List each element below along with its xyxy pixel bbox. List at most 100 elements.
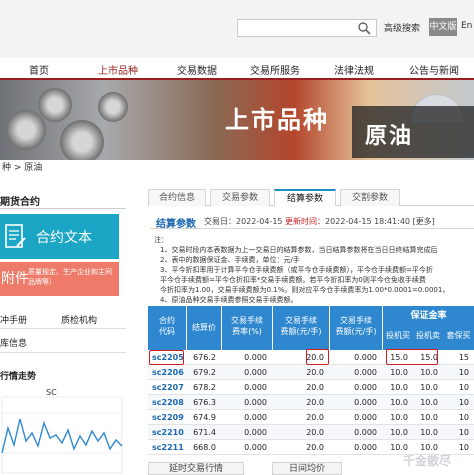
more-link[interactable]: [更多] [413,217,435,226]
sidebar-divider [0,352,126,353]
market-trend-title: 行情走势 [0,372,37,382]
table-cell-fee-rate: 0.000 [244,368,267,377]
table-cell-spec-sell: 10.0 [420,398,438,407]
table-cell-code[interactable]: sc2211 [148,440,186,455]
table-cell-spec-buy: 10.0 [390,398,408,407]
table-cell-fee-amount: 20.0 [306,398,324,407]
tab-contract-info[interactable]: 合约信息 [148,189,206,206]
tab-daily-average[interactable]: 日间均价 [272,462,342,475]
table-cell-code[interactable]: sc2209 [148,410,186,425]
tab-trading-params[interactable]: 交易参数 [210,189,270,206]
banner-subtitle: 原油 [365,124,414,149]
settlement-meta: 交易日：2022-04-15 更新时间：2022-04-15 18:41:40 … [204,216,435,227]
sidebar-section-title: 期货合约 [0,197,40,208]
nav-listed-products[interactable]: 上市品种 [98,62,138,77]
table-cell-fee-amount: 20.0 [306,383,324,392]
col-header-code: 合约 代码 [148,306,186,350]
table-cell-fee-rate: 0.000 [244,413,267,422]
table-cell-close-today: 0.000 [354,398,377,407]
contract-text-button[interactable]: 合约文本 [0,214,119,259]
breadcrumb[interactable]: 种 > 原油 [0,161,474,175]
table-cell-close-today: 0.000 [354,443,377,452]
table-cell-fee-rate: 0.000 [244,398,267,407]
table-cell-hedge: 10 [458,413,469,422]
table-cell-hedge: 15 [458,353,469,362]
lang-english-link[interactable]: En [461,21,472,31]
market-trend-chart[interactable]: SC [0,383,126,475]
col-header-fee-rate: 交易手续 费率(%) [222,306,272,350]
table-cell-spec-sell: 10.0 [420,413,438,422]
advanced-search-link[interactable]: 高级搜索 [384,21,420,34]
sidebar-link-inspection[interactable]: 质检机构 [61,313,97,326]
table-cell-code[interactable]: sc2208 [148,395,186,410]
update-time-label: 更新时间： [285,217,326,226]
sidebar-link-warehouse[interactable]: 库信息 [0,336,27,349]
search-input[interactable] [237,19,377,37]
col-header-fee-amount: 交易手续 费额(元/手) [273,306,329,350]
sidebar-link-manual[interactable]: 冲手册 [0,313,27,326]
document-icon [5,224,26,248]
settlement-divider [150,228,474,229]
table-cell-fee-amount: 20.0 [306,443,324,452]
col-header-price-label: 结算价 [192,323,216,332]
highlight-box-margin [386,349,438,365]
update-time-value: 2022-04-15 18:41:40 [325,217,411,226]
table-cell-price: 676.3 [193,398,216,407]
table-cell-price: 676.2 [193,353,216,362]
col-header-close-today: 交易手续 费额(元/手) [330,306,382,350]
table-cell-fee-amount: 20.0 [306,428,324,437]
table-cell-close-today: 0.000 [354,383,377,392]
page: { "topbar": { "search_button": "高级搜索", "… [0,0,474,475]
lang-chinese-button[interactable]: 中文版 [429,18,457,36]
col-header-fee-rate-label: 交易手续 费率(%) [231,316,263,336]
table-cell-fee-rate: 0.000 [244,443,267,452]
notes-heading: 注： [154,236,168,244]
nav-home[interactable]: 首页 [29,62,49,77]
table-cell-price: 679.2 [193,368,216,377]
col-header-close-today-label: 交易手续 费额(元/手) [335,316,377,336]
table-cell-code[interactable]: sc2206 [148,365,186,380]
col-header-code-label: 合约 代码 [159,316,175,336]
chart-symbol-label: SC [46,388,57,397]
table-cell-code[interactable]: sc2210 [148,425,186,440]
search-icon[interactable] [357,21,371,35]
highlight-box-code [149,350,184,365]
note-line: 4、原油品种交易手续费参照交易手续费额。 [160,296,298,304]
tab-settlement-params[interactable]: 结算参数 [274,189,336,206]
table-cell-hedge: 10 [458,428,469,437]
col-header-hedge-buy: 套保买 [446,331,471,340]
col-header-price: 结算价 [187,306,221,350]
nav-exchange-services[interactable]: 交易所服务 [250,62,300,77]
trade-date-label: 交易日： [204,217,236,226]
table-cell-fee-rate: 0.000 [244,353,267,362]
nav-laws[interactable]: 法律法规 [334,62,374,77]
main-nav: 首页 上市品种 交易数据 交易所服务 法律法规 公告与新闻 [0,58,474,80]
parameter-tabs: 合约信息 交易参数 结算参数 交割参数 [148,189,474,206]
attachment-description: 质量规定、生产企业和主间品牌等） [28,268,112,286]
highlight-box-fee [306,349,329,365]
table-cell-spec-buy: 10.0 [390,428,408,437]
table-cell-price: 678.2 [193,383,216,392]
tab-delayed-quotes[interactable]: 延时交易行情 [148,462,244,475]
contract-text-label: 合约文本 [36,230,92,246]
table-cell-fee-rate: 0.000 [244,428,267,437]
table-cell-spec-buy: 10.0 [390,413,408,422]
table-cell-spec-buy: 10.0 [390,383,408,392]
attachment-button[interactable]: 附件 质量规定、生产企业和主间品牌等） [0,262,119,296]
tab-delivery-params[interactable]: 交割参数 [340,189,400,206]
col-header-margin-label: 保证金率 [410,311,447,321]
table-cell-hedge: 10 [458,368,469,377]
nav-announcements[interactable]: 公告与新闻 [409,62,459,77]
attachment-label: 附件 [1,271,29,287]
table-cell-fee-rate: 0.000 [244,383,267,392]
table-cell-price: 668.0 [193,443,216,452]
note-line: 2、表中的数据保证金、手续费，单位：元/手 [160,256,300,264]
note-line: 平今仓手续费额=平今仓折扣率*交易手续费额。若平今折扣率为0则平今仓免收手续费 [160,276,426,284]
nav-trading-data[interactable]: 交易数据 [177,62,217,77]
table-cell-code[interactable]: sc2207 [148,380,186,395]
col-header-fee-amount-label: 交易手续 费额(元/手) [280,316,322,336]
col-header-spec-sell: 投机卖 [416,331,440,340]
table-cell-close-today: 0.000 [354,353,377,362]
note-line: 今折扣率为1.00，交易手续费额为0.1%。则对应平今仓手续费率为1.00*0.… [160,286,450,294]
table-cell-spec-sell: 10.0 [420,368,438,377]
